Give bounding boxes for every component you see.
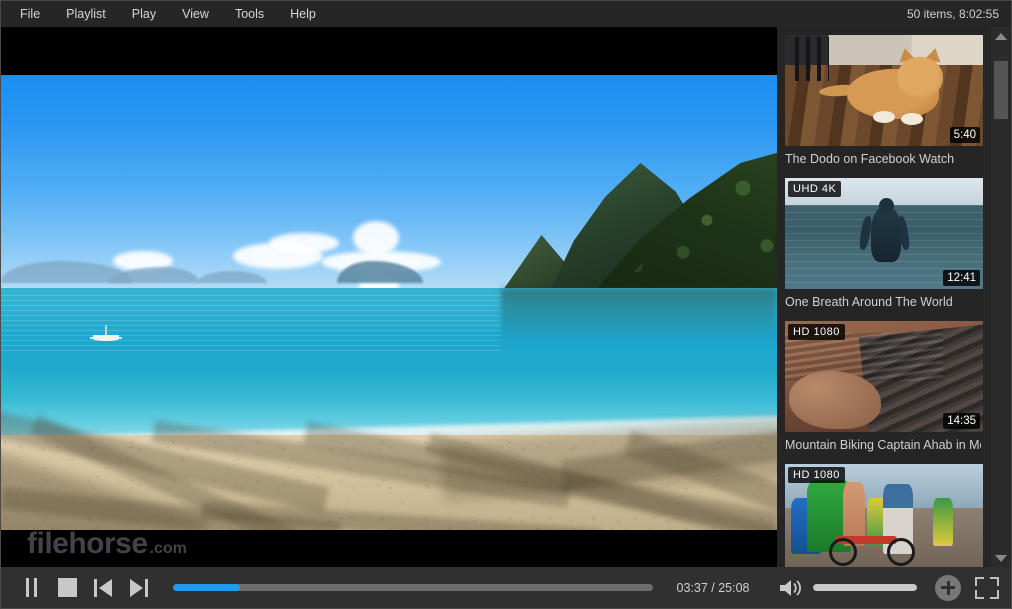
pause-button[interactable]	[13, 573, 49, 603]
fullscreen-button[interactable]	[975, 577, 999, 599]
menu-bar: File Playlist Play View Tools Help 50 it…	[1, 1, 1011, 27]
outrigger-boat	[93, 325, 119, 341]
next-button[interactable]	[121, 573, 157, 603]
seek-bar[interactable]	[173, 577, 653, 599]
playlist-thumbnail[interactable]: UHD 4K 12:41	[785, 178, 983, 289]
menu-item-view[interactable]: View	[169, 4, 222, 24]
water-shimmer	[1, 295, 501, 355]
playlist-thumbnail[interactable]: HD 1080	[785, 464, 983, 567]
duration-badge: 5:40	[950, 127, 980, 143]
menu-item-file[interactable]: File	[7, 4, 53, 24]
menu-item-tools[interactable]: Tools	[222, 4, 277, 24]
list-item[interactable]: UHD 4K 12:41 One Breath Around The World	[785, 178, 981, 309]
list-item[interactable]: HD 1080 14:35 Mountain Biking Captain Ah…	[785, 321, 981, 452]
volume-button[interactable]	[773, 573, 807, 603]
stop-button[interactable]	[49, 573, 85, 603]
menu-item-playlist[interactable]: Playlist	[53, 4, 119, 24]
next-icon	[130, 579, 148, 597]
stop-icon	[58, 578, 77, 597]
volume-icon	[778, 578, 802, 598]
seek-progress-fill	[173, 584, 240, 591]
fullscreen-icon	[975, 577, 984, 586]
playlist-thumbnail[interactable]: 5:40	[785, 35, 983, 146]
scrollbar-thumb[interactable]	[994, 61, 1008, 119]
playlist-scrollbar[interactable]	[991, 27, 1011, 567]
duration-badge: 14:35	[943, 413, 980, 429]
list-item[interactable]: HD 1080	[785, 464, 981, 567]
media-player-window: File Playlist Play View Tools Help 50 it…	[0, 0, 1012, 609]
menu-item-help[interactable]: Help	[277, 4, 329, 24]
time-display: 03:37 / 25:08	[667, 581, 759, 595]
playlist-stats-label: 50 items, 8:02:55	[907, 7, 999, 21]
quality-badge: HD 1080	[788, 467, 845, 483]
water-reflection	[501, 288, 777, 344]
playlist-panel: 5:40 The Dodo on Facebook Watch UHD 4K 1…	[777, 27, 1011, 567]
list-item[interactable]: 5:40 The Dodo on Facebook Watch	[785, 35, 981, 166]
playlist-item-title: Mountain Biking Captain Ahab in Moa…	[785, 438, 981, 452]
volume-fill	[813, 584, 917, 591]
duration-badge: 12:41	[943, 270, 980, 286]
volume-slider[interactable]	[813, 577, 917, 599]
playlist-list: 5:40 The Dodo on Facebook Watch UHD 4K 1…	[777, 27, 991, 567]
quality-badge: HD 1080	[788, 324, 845, 340]
scroll-down-icon[interactable]	[991, 549, 1011, 567]
previous-button[interactable]	[85, 573, 121, 603]
volume-track[interactable]	[813, 584, 917, 591]
watermark-main-text: filehorse	[27, 529, 148, 559]
pause-icon	[26, 578, 37, 597]
watermark-sub-text: .com	[150, 541, 187, 557]
control-bar-right	[935, 575, 999, 601]
filehorse-watermark: filehorse .com	[27, 529, 187, 559]
quality-badge: UHD 4K	[788, 181, 841, 197]
cloud	[269, 233, 339, 253]
video-surface[interactable]: filehorse .com	[1, 27, 777, 567]
scrollbar-track[interactable]	[991, 45, 1011, 549]
menu-item-play[interactable]: Play	[119, 4, 169, 24]
cloud	[353, 221, 399, 255]
seek-track[interactable]	[173, 584, 653, 591]
control-bar: 03:37 / 25:08	[1, 567, 1011, 608]
previous-icon	[94, 579, 112, 597]
video-frame	[1, 75, 777, 530]
playlist-item-title: One Breath Around The World	[785, 295, 981, 309]
playlist-thumbnail[interactable]: HD 1080 14:35	[785, 321, 983, 432]
scroll-up-icon[interactable]	[991, 27, 1011, 45]
player-body: filehorse .com 5:40 Th	[1, 27, 1011, 567]
add-media-button[interactable]	[935, 575, 961, 601]
playlist-item-title: The Dodo on Facebook Watch	[785, 152, 981, 166]
